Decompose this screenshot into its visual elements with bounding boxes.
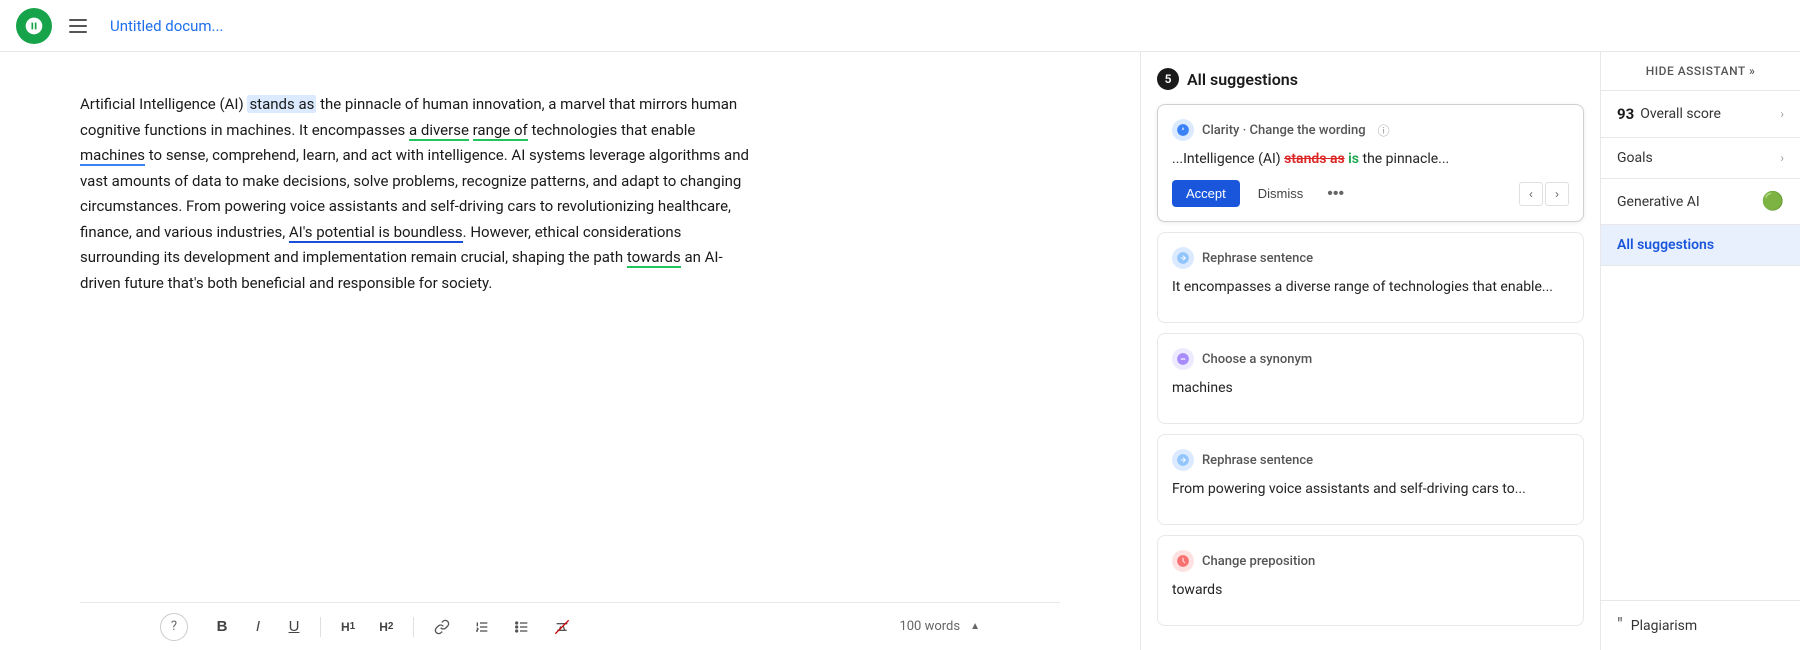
sidebar-item-generative-ai[interactable]: Generative AI 🟢 — [1601, 179, 1800, 225]
nav-arrows: ‹ › — [1519, 182, 1569, 206]
suggestion-type-1: Clarity · Change the wording — [1202, 123, 1366, 138]
editor-area: Artificial Intelligence (AI) stands as t… — [0, 52, 1140, 650]
topbar: Untitled docum... — [0, 0, 1800, 52]
suggestion-card-4-header: Rephrase sentence — [1172, 449, 1569, 471]
suggestion-type-4: Rephrase sentence — [1202, 453, 1313, 468]
plagiarism-item[interactable]: " Plagiarism — [1601, 600, 1800, 650]
grammarly-logo[interactable] — [16, 8, 52, 44]
suggestion-card-3[interactable]: Choose a synonym machines — [1157, 333, 1584, 424]
score-chevron-icon: › — [1780, 107, 1784, 121]
suggestion-card-3-header: Choose a synonym — [1172, 348, 1569, 370]
underline-potential: AI's potential is boundless — [289, 223, 463, 243]
link-button[interactable] — [426, 615, 458, 639]
unordered-list-button[interactable] — [506, 615, 538, 639]
overall-score-item[interactable]: 93 Overall score › — [1601, 91, 1800, 138]
doc-title[interactable]: Untitled docum... — [110, 17, 223, 35]
suggestion-preview-5: towards — [1172, 580, 1569, 601]
help-button[interactable]: ? — [160, 613, 188, 641]
dismiss-button[interactable]: Dismiss — [1248, 180, 1314, 207]
highlighted-text: stands as — [247, 95, 316, 113]
next-arrow[interactable]: › — [1545, 182, 1569, 206]
suggestion-card-4[interactable]: Rephrase sentence From powering voice as… — [1157, 434, 1584, 525]
editor-content[interactable]: Artificial Intelligence (AI) stands as t… — [80, 92, 760, 296]
sidebar-item-goals[interactable]: Goals › — [1601, 138, 1800, 179]
score-number: 93 — [1617, 105, 1634, 123]
underline-machines: machines — [80, 146, 145, 166]
generative-ai-icon: 🟢 — [1762, 191, 1784, 212]
suggestion-preview-1: ...Intelligence (AI) stands as is the pi… — [1172, 149, 1569, 170]
main-layout: Artificial Intelligence (AI) stands as t… — [0, 52, 1800, 650]
italic-button[interactable]: I — [244, 614, 272, 639]
word-count: 100 words — [899, 619, 960, 634]
bold-button[interactable]: B — [208, 614, 236, 639]
suggestion-preview-4: From powering voice assistants and self-… — [1172, 479, 1569, 500]
underline-button[interactable]: U — [280, 614, 308, 639]
suggestion-card-1[interactable]: Clarity · Change the wording ⓘ ...Intell… — [1157, 104, 1584, 222]
toolbar-divider-2 — [413, 617, 414, 637]
underline-diverse: a diverse — [409, 121, 469, 141]
suggestion-card-1-header: Clarity · Change the wording ⓘ — [1172, 119, 1569, 141]
menu-button[interactable] — [62, 10, 94, 42]
suggestion-preview-3: machines — [1172, 378, 1569, 399]
underline-towards: towards — [627, 248, 681, 268]
suggestion-card-5[interactable]: Change preposition towards — [1157, 535, 1584, 626]
suggestion-card-5-header: Change preposition — [1172, 550, 1569, 572]
suggestion-icon-preposition — [1172, 550, 1194, 572]
plagiarism-label: Plagiarism — [1631, 618, 1697, 634]
suggestion-icon-synonym — [1172, 348, 1194, 370]
suggestion-card-2[interactable]: Rephrase sentence It encompasses a diver… — [1157, 232, 1584, 323]
suggestion-card-2-header: Rephrase sentence — [1172, 247, 1569, 269]
bottom-toolbar: ? B I U H1 H2 100 words ▲ — [80, 602, 1060, 650]
suggestion-actions-1: Accept Dismiss ••• ‹ › — [1172, 180, 1569, 207]
underline-range: range of — [473, 121, 528, 141]
suggestion-icon-rephrase-1 — [1172, 247, 1194, 269]
sidebar-item-all-suggestions[interactable]: All suggestions — [1601, 225, 1800, 266]
clear-format-button[interactable] — [546, 615, 578, 639]
suggestion-type-2: Rephrase sentence — [1202, 251, 1313, 266]
goals-chevron-icon: › — [1780, 151, 1784, 165]
prev-arrow[interactable]: ‹ — [1519, 182, 1543, 206]
word-count-arrow: ▲ — [970, 621, 980, 632]
plagiarism-icon: " — [1617, 615, 1623, 636]
suggestion-type-5: Change preposition — [1202, 554, 1315, 569]
suggestion-preview-2: It encompasses a diverse range of techno… — [1172, 277, 1569, 298]
suggestions-header: 5 All suggestions — [1157, 68, 1584, 90]
hide-assistant-button[interactable]: HIDE ASSISTANT » — [1601, 52, 1800, 91]
strikethrough-text: stands as — [1284, 151, 1345, 167]
h2-button[interactable]: H2 — [371, 616, 401, 638]
replacement-text: is — [1348, 151, 1359, 167]
suggestion-icon-clarity — [1172, 119, 1194, 141]
suggestions-panel: 5 All suggestions Clarity · Change the w… — [1140, 52, 1600, 650]
goals-label: Goals — [1617, 150, 1780, 166]
all-suggestions-label: All suggestions — [1617, 237, 1784, 253]
suggestions-title: All suggestions — [1187, 70, 1298, 89]
info-icon-1[interactable]: ⓘ — [1378, 122, 1390, 139]
suggestions-count-badge: 5 — [1157, 68, 1179, 90]
score-label: Overall score — [1640, 106, 1780, 122]
toolbar-divider-1 — [320, 617, 321, 637]
generative-ai-label: Generative AI — [1617, 194, 1762, 210]
suggestion-icon-rephrase-2 — [1172, 449, 1194, 471]
suggestion-type-3: Choose a synonym — [1202, 352, 1312, 367]
more-options-button[interactable]: ••• — [1321, 181, 1350, 207]
h1-button[interactable]: H1 — [333, 616, 363, 638]
ordered-list-button[interactable] — [466, 615, 498, 639]
right-sidebar: HIDE ASSISTANT » 93 Overall score › Goal… — [1600, 52, 1800, 650]
accept-button[interactable]: Accept — [1172, 180, 1240, 207]
